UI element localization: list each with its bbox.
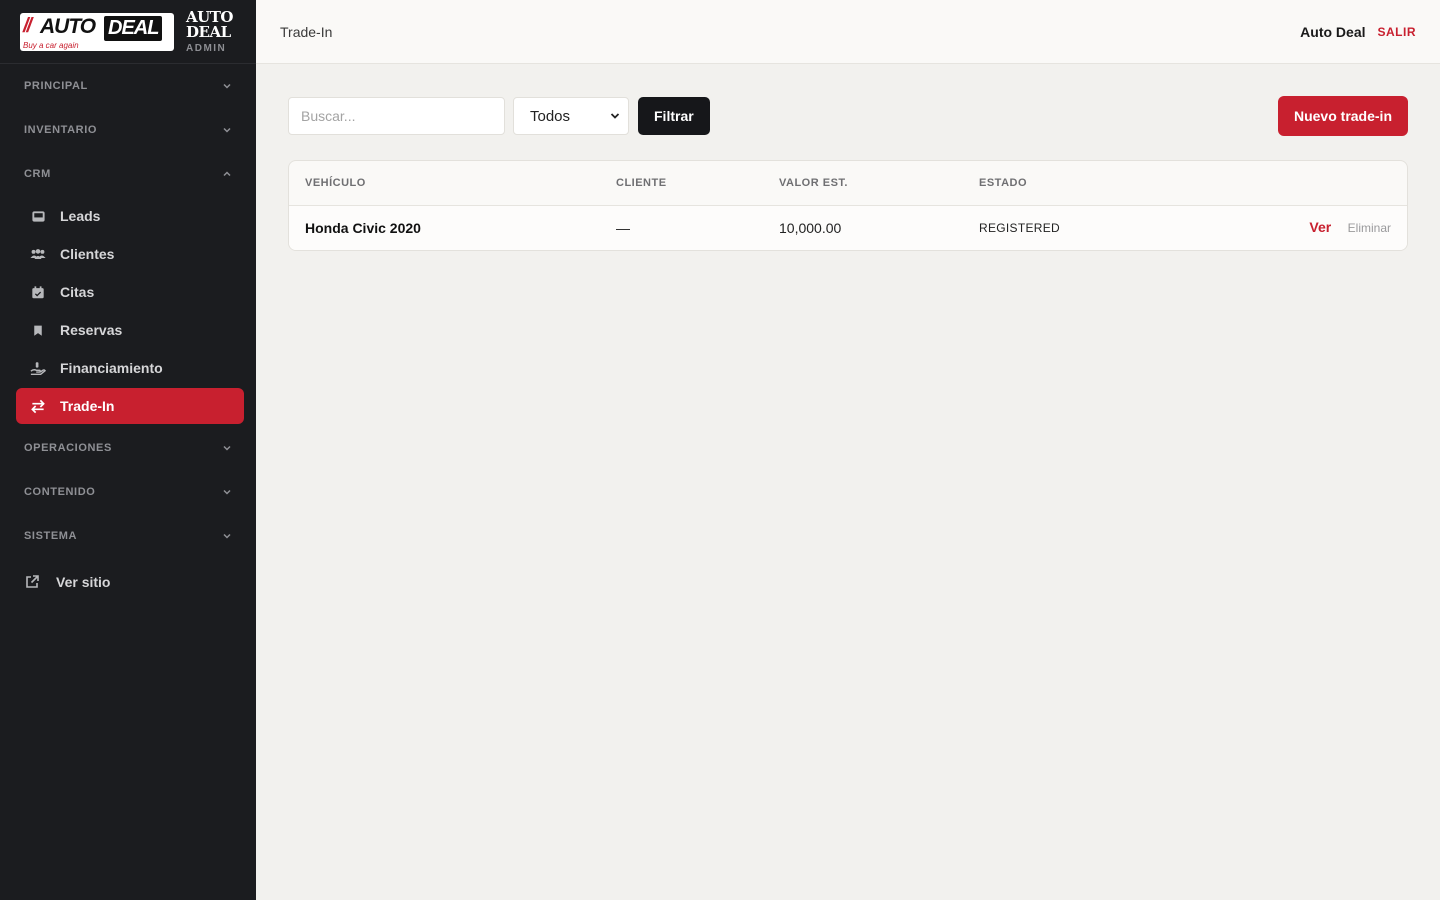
sidebar-item-label: Leads	[60, 208, 101, 224]
main-content: Todos Filtrar Nuevo trade-in VEHÍCULO CL…	[288, 96, 1408, 251]
section-label: CONTENIDO	[24, 486, 96, 498]
calendar-icon	[30, 284, 46, 300]
brand-subtitle: ADMIN	[186, 42, 227, 54]
section-sistema[interactable]: SISTEMA	[0, 514, 256, 558]
user-area: Auto Deal SALIR	[1300, 24, 1416, 40]
header-valor[interactable]: VALOR EST.	[779, 177, 979, 189]
chevron-down-icon	[223, 489, 231, 495]
chevron-up-icon	[223, 171, 231, 177]
sidebar-item-label: Clientes	[60, 246, 115, 262]
filter-bar: Todos Filtrar Nuevo trade-in	[288, 96, 1408, 136]
chevron-down-icon	[223, 533, 231, 539]
external-link-icon	[26, 575, 39, 588]
logo-auto: AUTO	[40, 14, 96, 38]
topbar: Trade-In Auto Deal SALIR	[256, 0, 1440, 64]
page-title: Trade-In	[280, 23, 333, 40]
section-operaciones[interactable]: OPERACIONES	[0, 426, 256, 470]
sidebar-item-citas[interactable]: Citas	[16, 274, 244, 310]
inbox-icon	[30, 208, 46, 224]
sidebar-item-label: Reservas	[60, 322, 123, 338]
logo-slash: //	[23, 14, 32, 37]
row-actions: Ver Eliminar	[1179, 219, 1407, 237]
status-select[interactable]: Todos	[513, 97, 629, 135]
section-inventario[interactable]: INVENTARIO	[0, 108, 256, 152]
new-trade-in-button[interactable]: Nuevo trade-in	[1277, 96, 1408, 136]
section-contenido[interactable]: CONTENIDO	[0, 470, 256, 514]
users-icon	[30, 246, 46, 262]
section-label: CRM	[24, 168, 51, 180]
header-vehiculo[interactable]: VEHÍCULO	[289, 177, 616, 189]
sidebar-item-trade-in[interactable]: Trade-In	[16, 388, 244, 424]
trade-in-table: VEHÍCULO CLIENTE VALOR EST. ESTADO Honda…	[288, 160, 1408, 251]
chevron-down-icon	[223, 127, 231, 133]
row-vehicle: Honda Civic 2020	[305, 220, 421, 236]
sidebar-item-label: Citas	[60, 284, 95, 300]
section-label: PRINCIPAL	[24, 80, 88, 92]
row-client: —	[616, 220, 630, 236]
logo-tagline: Buy a car again	[23, 40, 79, 50]
user-name: Auto Deal	[1300, 23, 1366, 40]
logo-deal: DEAL	[104, 15, 163, 41]
delete-link[interactable]: Eliminar	[1348, 221, 1391, 235]
section-principal[interactable]: PRINCIPAL	[0, 64, 256, 108]
row-status: REGISTERED	[979, 221, 1061, 235]
bookmark-icon	[30, 322, 46, 338]
swap-arrows-icon	[30, 398, 46, 414]
sidebar-item-label: Financiamiento	[60, 360, 163, 376]
section-label: OPERACIONES	[24, 442, 112, 454]
chevron-down-icon	[610, 113, 620, 119]
chevron-down-icon	[223, 83, 231, 89]
ver-sitio-label: Ver sitio	[56, 574, 111, 590]
brand-title-line2: DEAL	[186, 22, 231, 41]
view-link[interactable]: Ver	[1309, 219, 1331, 235]
hand-money-icon	[30, 360, 46, 376]
header-estado[interactable]: ESTADO	[979, 177, 1179, 189]
logout-link[interactable]: SALIR	[1378, 25, 1417, 39]
header-cliente[interactable]: CLIENTE	[616, 177, 779, 189]
sidebar: // AUTO DEAL Buy a car again AUTO DEAL A…	[0, 0, 256, 900]
table-header: VEHÍCULO CLIENTE VALOR EST. ESTADO	[289, 161, 1407, 206]
section-crm[interactable]: CRM	[0, 152, 256, 196]
status-select-value: Todos	[530, 107, 571, 125]
section-label: INVENTARIO	[24, 124, 98, 136]
chevron-down-icon	[223, 445, 231, 451]
brand[interactable]: // AUTO DEAL Buy a car again AUTO DEAL A…	[0, 0, 256, 64]
table-row[interactable]: Honda Civic 2020 — 10,000.00 REGISTERED …	[289, 206, 1407, 250]
row-value: 10,000.00	[779, 220, 842, 236]
sidebar-item-reservas[interactable]: Reservas	[16, 312, 244, 348]
filter-button[interactable]: Filtrar	[638, 97, 710, 135]
autodeal-logo[interactable]: // AUTO DEAL Buy a car again	[20, 12, 174, 51]
search-input[interactable]	[288, 97, 505, 135]
sidebar-item-label: Trade-In	[60, 398, 115, 414]
sidebar-item-leads[interactable]: Leads	[16, 198, 244, 234]
section-label: SISTEMA	[24, 530, 78, 542]
ver-sitio-link[interactable]: Ver sitio	[0, 562, 256, 602]
brand-text: AUTO DEAL ADMIN	[186, 9, 233, 54]
sidebar-item-clientes[interactable]: Clientes	[16, 236, 244, 272]
sidebar-item-financiamiento[interactable]: Financiamiento	[16, 350, 244, 386]
